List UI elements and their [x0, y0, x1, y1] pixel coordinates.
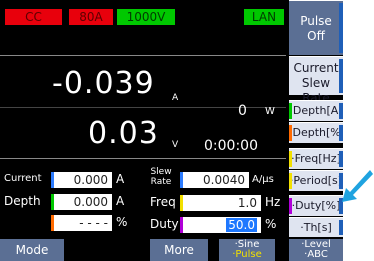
- power-unit: W: [265, 106, 275, 117]
- freq-softkey[interactable]: ·Freq[Hz]: [289, 148, 343, 169]
- pulse-label: ·Pulse: [232, 249, 262, 260]
- th-label: ·Th[s]: [300, 221, 332, 234]
- slew-label-line1: Slew: [150, 167, 172, 177]
- slew-rate-field[interactable]: 0.0040: [183, 172, 249, 188]
- depth-pct-label: ·Depth[%]: [289, 126, 346, 139]
- freq-setting-field[interactable]: 1.0: [183, 195, 261, 211]
- freq-setting-unit: Hz: [265, 195, 281, 209]
- duty-setting-unit: %: [265, 217, 277, 231]
- slew-rate-label: Slew Rate: [149, 167, 173, 187]
- pulse-softkey-label: Pulse: [300, 14, 332, 28]
- duty-setting-field[interactable]: 50.0: [183, 217, 261, 233]
- freq-color-marker: [289, 151, 292, 167]
- depth-pct-unit: %: [116, 215, 128, 229]
- elapsed-time: 0:00:00: [204, 138, 258, 154]
- voltage-readout: 0.03: [88, 116, 159, 151]
- depth-pct-field[interactable]: - - - -: [54, 215, 112, 231]
- duty-setting-label: Duty: [150, 217, 179, 231]
- slew-label-line2: Rate: [150, 177, 172, 187]
- mode-button[interactable]: Mode: [0, 239, 64, 261]
- page-margin: [343, 0, 374, 261]
- depth-setting-label: Depth: [4, 194, 41, 208]
- current-setting-unit: A: [116, 172, 125, 186]
- current-range-badge: 80A: [69, 9, 113, 25]
- period-label: ·Period[s]: [289, 174, 343, 187]
- measurement-panel: -0.039 A 0.03 V 0 W 0:00:00: [0, 55, 286, 159]
- voltage-unit: V: [172, 140, 179, 150]
- current-slew-rate-softkey[interactable]: Current Slew Rate: [289, 56, 343, 105]
- current-setting-field[interactable]: 0.000: [54, 172, 112, 188]
- depth-a-softkey[interactable]: ·Depth[A]: [289, 100, 343, 121]
- voltage-range-badge: 1000V: [117, 9, 175, 25]
- freq-setting-label: Freq: [150, 195, 176, 209]
- level-abc-button[interactable]: ·Level ·ABC: [289, 239, 343, 261]
- current-unit: A: [172, 93, 179, 103]
- current-slew-line1: Current: [293, 61, 339, 75]
- more-button[interactable]: More: [150, 239, 208, 261]
- duty-label: ·Duty[%]: [291, 199, 341, 212]
- cc-mode-badge: CC: [5, 9, 62, 25]
- sine-pulse-button[interactable]: ·Sine ·Pulse: [219, 239, 275, 261]
- depth-pct-softkey[interactable]: ·Depth[%]: [289, 122, 346, 143]
- depth-setting-field[interactable]: 0.000: [54, 194, 112, 210]
- depth-setting-unit: A: [116, 194, 125, 208]
- instrument-screen: CC 80A 1000V LAN Pulse Off Current Slew …: [0, 0, 374, 261]
- pulse-softkey-state: Off: [307, 29, 325, 43]
- duty-softkey[interactable]: ·Duty[%]: [289, 195, 343, 216]
- lan-status-badge: LAN: [244, 9, 284, 25]
- duty-edit-value: 50.0: [226, 218, 257, 232]
- pulse-softkey[interactable]: Pulse Off: [289, 0, 343, 55]
- power-readout: 0: [238, 103, 247, 119]
- settings-panel: Current 0.000 A Depth 0.000 A - - - - % …: [0, 164, 286, 238]
- slew-rate-unit: A/µs: [252, 174, 274, 185]
- depth-pct-color-marker: [289, 125, 292, 141]
- depth-a-color-marker: [289, 103, 292, 119]
- period-softkey[interactable]: ·Period[s]: [289, 170, 343, 191]
- duty-color-marker: [289, 198, 292, 214]
- th-softkey[interactable]: ·Th[s]: [289, 217, 343, 237]
- current-setting-label: Current: [4, 173, 42, 184]
- current-readout: -0.039: [52, 66, 155, 101]
- abc-label: ·ABC: [304, 249, 328, 260]
- depth-a-label: ·Depth[A]: [289, 104, 343, 117]
- callout-arrow-icon: [342, 170, 373, 202]
- period-color-marker: [289, 173, 292, 189]
- freq-label: ·Freq[Hz]: [291, 152, 341, 165]
